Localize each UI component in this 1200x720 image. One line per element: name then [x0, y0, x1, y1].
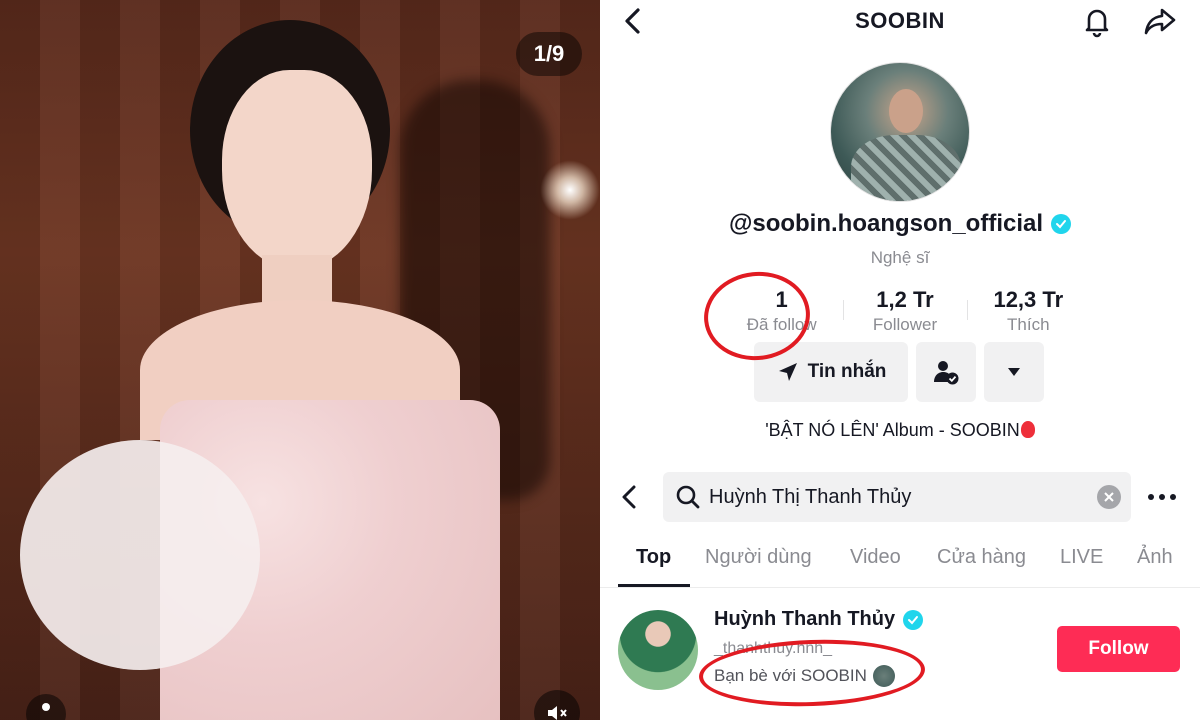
- verified-badge-icon: [1051, 214, 1072, 234]
- tab-photos[interactable]: Ảnh: [1137, 546, 1173, 569]
- active-tab-indicator: [618, 584, 690, 587]
- avatar-face: [889, 89, 923, 133]
- result-mutual-friends: Bạn bè với SOOBIN: [714, 665, 895, 687]
- tab-video[interactable]: Video: [850, 546, 901, 569]
- user-check-icon: [934, 361, 959, 385]
- friends-button[interactable]: [916, 342, 976, 402]
- photo-face: [222, 70, 372, 270]
- profile-stats: 1 Đã follow 1,2 Tr Follower 12,3 Tr Thíc…: [720, 286, 1090, 342]
- search-icon: [676, 485, 700, 509]
- send-icon: [778, 363, 797, 381]
- stat-following[interactable]: 1 Đã follow: [720, 286, 843, 342]
- share-icon[interactable]: [1142, 4, 1178, 38]
- clear-search-button[interactable]: [1097, 485, 1121, 509]
- search-tabs: Top Người dùng Video Cửa hàng LIVE Ảnh: [600, 538, 1200, 588]
- stat-following-label: Đã follow: [746, 315, 817, 334]
- tab-top[interactable]: Top: [636, 546, 671, 569]
- stat-likes[interactable]: 12,3 Tr Thích: [966, 286, 1090, 342]
- result-name-row: Huỳnh Thanh Thủy: [714, 608, 924, 631]
- stat-followers-value: 1,2 Tr: [876, 287, 934, 312]
- stat-likes-value: 12,3 Tr: [993, 287, 1064, 312]
- more-icon[interactable]: [1148, 484, 1176, 510]
- tab-live[interactable]: LIVE: [1060, 546, 1103, 569]
- stat-likes-label: Thích: [1007, 315, 1050, 334]
- close-icon: [1104, 492, 1114, 502]
- more-options-button[interactable]: [984, 342, 1044, 402]
- profile-handle: @soobin.hoangson_official: [728, 210, 1044, 237]
- stat-followers[interactable]: 1,2 Tr Follower: [843, 286, 966, 342]
- stat-following-value: 1: [775, 287, 788, 312]
- result-handle: _thanhthuy.hnh_: [714, 640, 833, 657]
- follow-button[interactable]: Follow: [1057, 626, 1180, 672]
- profile-category: Nghệ sĩ: [870, 248, 930, 267]
- tab-users[interactable]: Người dùng: [705, 546, 812, 569]
- search-result-item[interactable]: Huỳnh Thanh Thủy _thanhthuy.hnh_ Bạn bè …: [600, 600, 1200, 720]
- search-query: Huỳnh Thị Thanh Thủy: [709, 485, 912, 508]
- search-input[interactable]: Huỳnh Thị Thanh Thủy: [663, 472, 1131, 522]
- photo-light: [540, 160, 600, 220]
- verified-badge-icon: [903, 609, 924, 630]
- photo-counter: 1/9: [516, 32, 582, 76]
- stat-followers-label: Follower: [872, 315, 938, 334]
- profile-avatar[interactable]: [830, 62, 970, 202]
- search-row: Huỳnh Thị Thanh Thủy: [600, 470, 1200, 526]
- bell-icon[interactable]: [1080, 4, 1114, 38]
- photo-sleeve: [20, 440, 260, 670]
- photo-viewer[interactable]: 1/9: [0, 0, 600, 720]
- tab-shop[interactable]: Cửa hàng: [937, 546, 1026, 569]
- message-button-label: Tin nhắn: [807, 361, 887, 382]
- avatar-body: [851, 135, 961, 201]
- result-avatar[interactable]: [618, 610, 698, 690]
- profile-bio-text: 'BẬT NÓ LÊN' Album - SOOBIN: [765, 420, 1020, 440]
- balloon-icon: [1020, 421, 1035, 438]
- mutual-friend-avatar: [872, 665, 895, 687]
- profile-bio: 'BẬT NÓ LÊN' Album - SOOBIN: [600, 420, 1200, 441]
- result-name: Huỳnh Thanh Thủy: [714, 608, 896, 630]
- speaker-muted-icon: [548, 706, 567, 720]
- message-button[interactable]: Tin nhắn: [754, 342, 908, 402]
- caret-down-icon: [1008, 368, 1020, 376]
- back-icon[interactable]: [616, 482, 642, 512]
- profile-actions: Tin nhắn: [754, 342, 1044, 402]
- handle-row: @soobin.hoangson_official: [600, 210, 1200, 238]
- result-friends-text: Bạn bè với SOOBIN: [714, 666, 867, 685]
- profile-top-bar: SOOBIN: [600, 0, 1200, 44]
- profile-panel: SOOBIN @soobin.hoangson_official Nghệ sĩ…: [600, 0, 1200, 720]
